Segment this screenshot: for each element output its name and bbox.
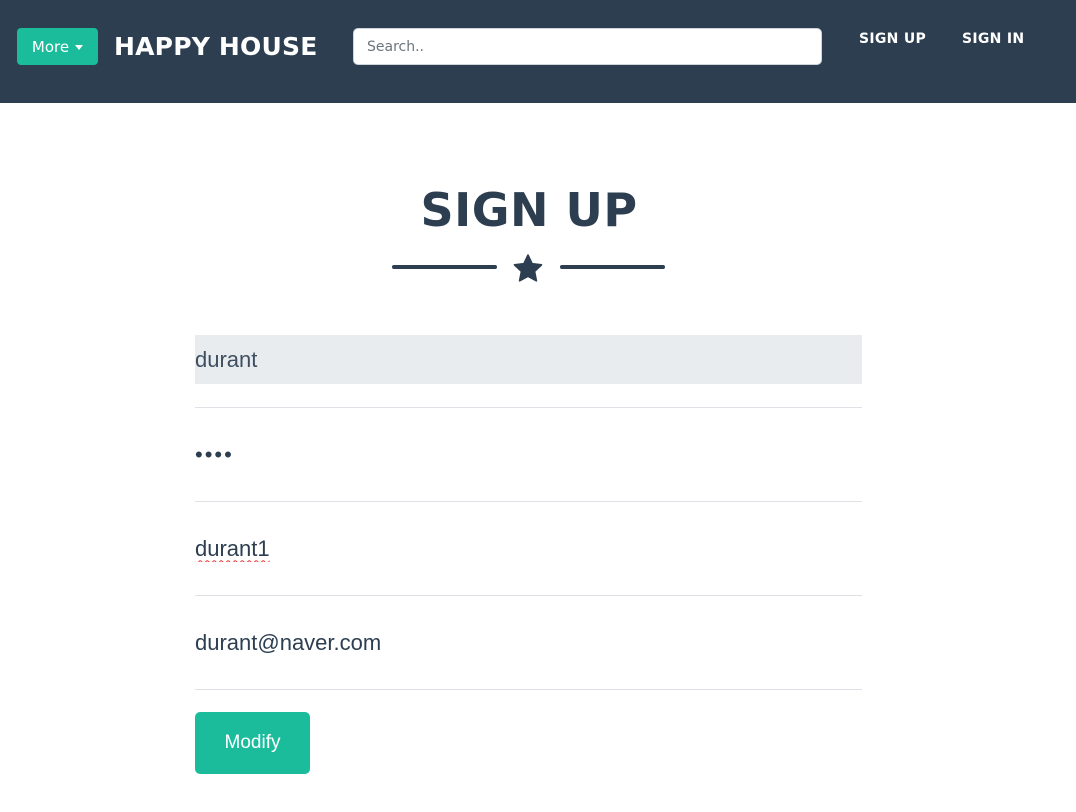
field-underline: [195, 689, 862, 690]
navbar: More HAPPY HOUSE SIGN UP SIGN IN: [0, 0, 1076, 103]
brand-logo-text[interactable]: HAPPY HOUSE: [114, 30, 317, 64]
divider-line-left: [392, 265, 497, 269]
more-button-label: More: [31, 37, 70, 56]
modify-button[interactable]: Modify: [195, 712, 310, 774]
field-underline: [195, 407, 862, 408]
search-input[interactable]: [353, 28, 822, 65]
user-id-field: [195, 335, 862, 384]
divider-line-right: [560, 265, 665, 269]
name-field[interactable]: [195, 525, 862, 572]
page-title: SIGN UP: [420, 183, 638, 237]
email-field[interactable]: [195, 619, 862, 666]
nav-sign-up-link[interactable]: SIGN UP: [859, 29, 926, 49]
caret-down-icon: [75, 45, 84, 50]
star-icon: [513, 254, 543, 282]
nav-sign-in-link[interactable]: SIGN IN: [962, 29, 1024, 49]
field-underline: [195, 595, 862, 596]
field-underline: [195, 501, 862, 502]
more-dropdown-button[interactable]: More: [17, 28, 98, 65]
password-field[interactable]: [195, 431, 862, 478]
